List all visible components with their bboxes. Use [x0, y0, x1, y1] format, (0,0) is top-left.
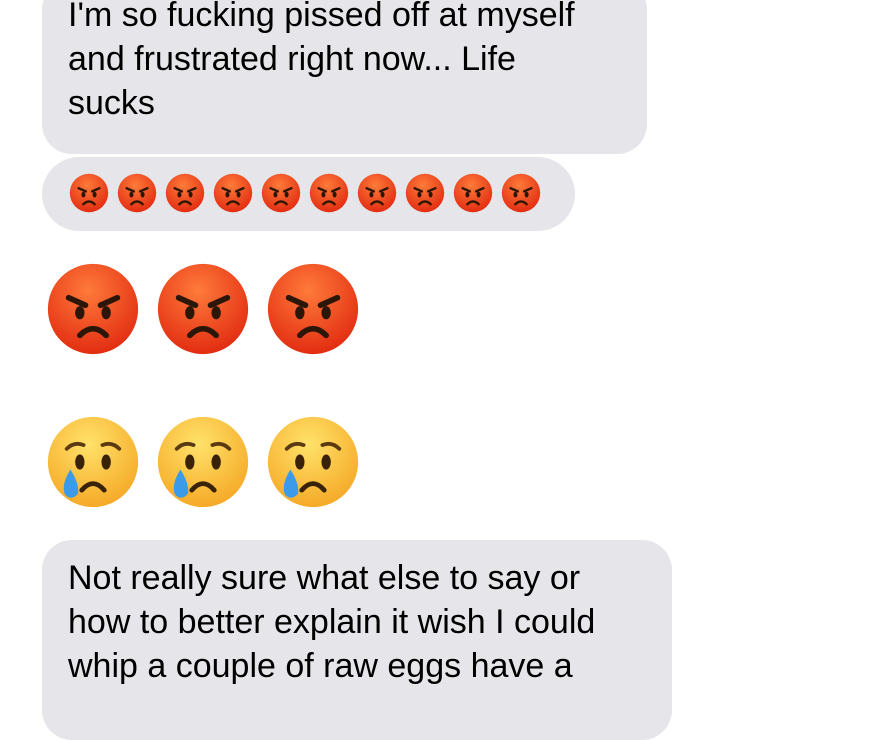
angry-face-emoji — [165, 173, 205, 213]
angry-face-emoji — [309, 173, 349, 213]
angry-face-emoji — [69, 173, 109, 213]
angry-face-emoji — [261, 173, 301, 213]
crying-emoji-message[interactable] — [46, 415, 360, 509]
angry-face-emoji — [501, 173, 541, 213]
angry-face-emoji — [405, 173, 445, 213]
message-line: and frustrated right now... Life — [68, 40, 516, 78]
angry-face-emoji — [156, 262, 250, 356]
message-line: I'm so fucking pissed off at myself — [68, 0, 575, 34]
crying-face-emoji — [266, 415, 360, 509]
angry-emoji-message[interactable] — [46, 262, 360, 356]
message-line: sucks — [68, 84, 155, 122]
message-line: whip a couple of raw eggs have a — [68, 647, 573, 685]
crying-face-emoji — [156, 415, 250, 509]
message-line: how to better explain it wish I could — [68, 603, 596, 641]
angry-face-emoji — [213, 173, 253, 213]
angry-face-emoji — [46, 262, 140, 356]
message-text: I'm so fucking pissed off at myself and … — [68, 0, 638, 125]
angry-face-emoji — [117, 173, 157, 213]
crying-face-emoji — [46, 415, 140, 509]
angry-face-emoji — [266, 262, 360, 356]
angry-face-emoji — [453, 173, 493, 213]
emoji-row — [69, 173, 541, 213]
message-line: Not really sure what else to say or — [68, 559, 581, 597]
angry-face-emoji — [357, 173, 397, 213]
message-bubble-1[interactable]: I'm so fucking pissed off at myself and … — [42, 0, 647, 154]
message-text: Not really sure what else to say or how … — [68, 556, 658, 688]
message-bubble-3[interactable]: Not really sure what else to say or how … — [42, 540, 672, 740]
message-bubble-2[interactable] — [42, 157, 575, 231]
